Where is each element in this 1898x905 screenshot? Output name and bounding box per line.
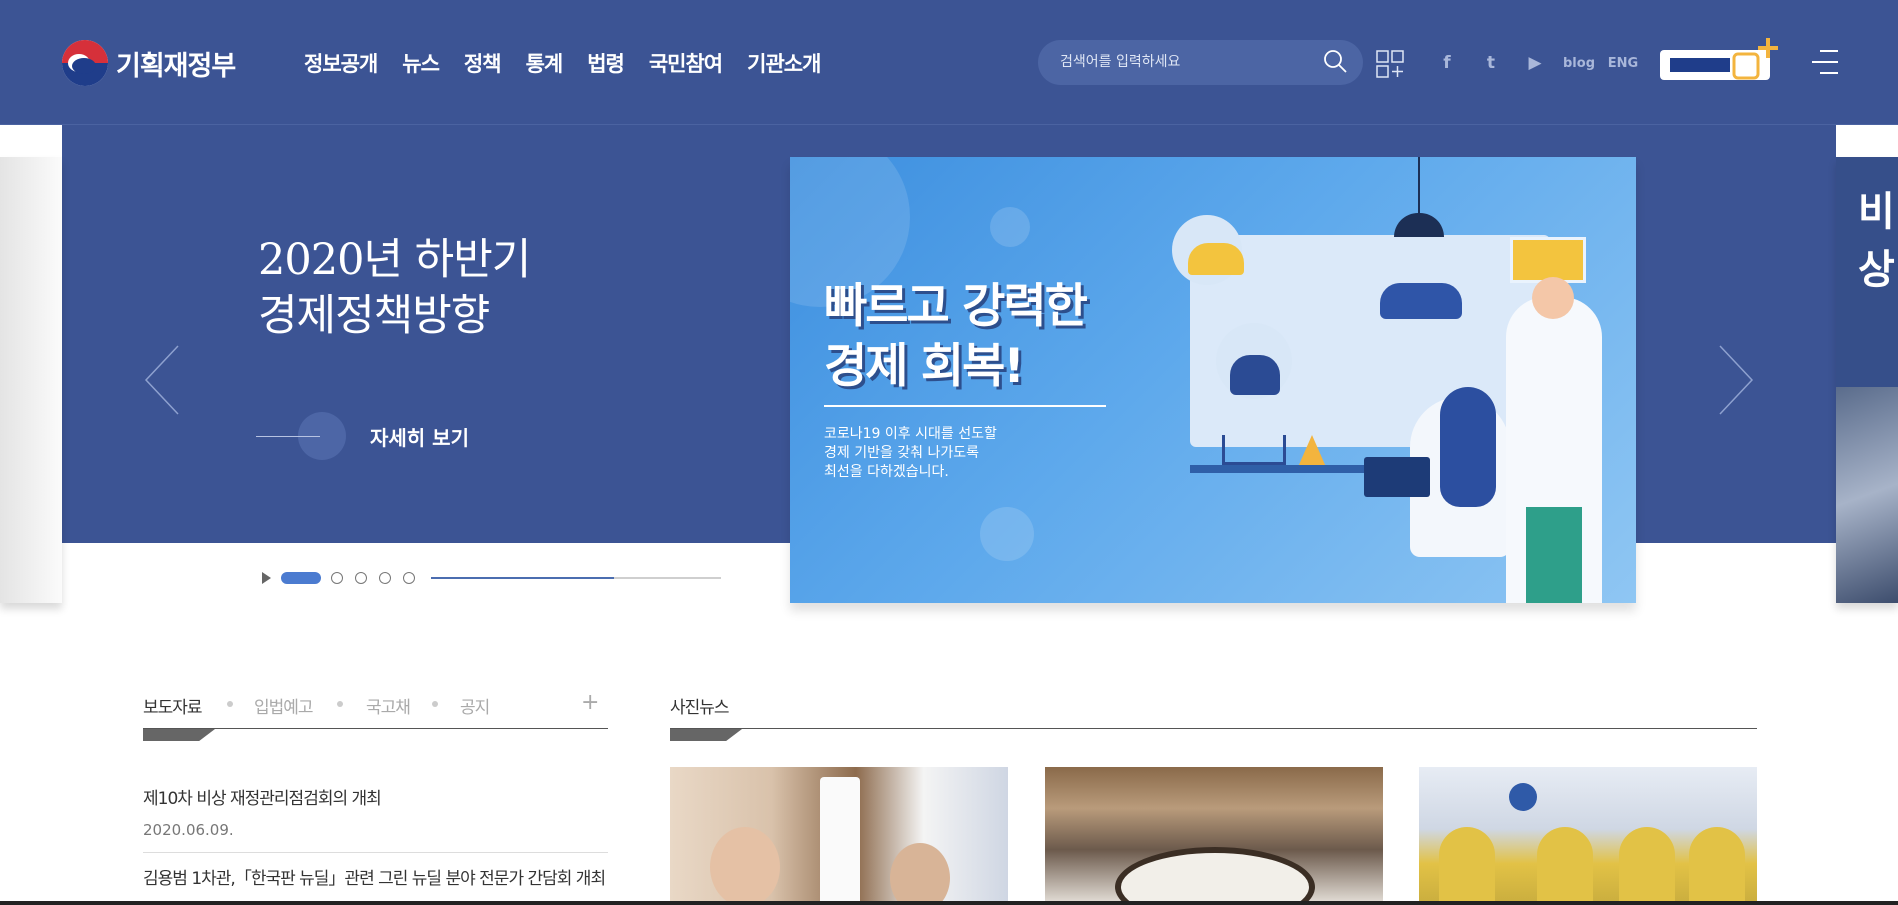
blog-icon[interactable]: blog: [1563, 52, 1595, 74]
next-slide-photo: [1836, 387, 1898, 603]
news-tabs: 보도자료 입법예고 국고채 공지 +: [143, 690, 608, 729]
more-label: 자세히 보기: [370, 425, 469, 450]
news-title[interactable]: 제10차 비상 재정관리점검회의 개최: [143, 784, 608, 809]
photo-news-item-1[interactable]: [670, 767, 1008, 905]
document-icon: [1510, 237, 1586, 283]
slide-progress-bar: [431, 577, 721, 579]
slide-pager: [262, 572, 721, 584]
hero-title: 2020년 하반기 경제정책방향: [258, 232, 531, 344]
next-slide-peek[interactable]: 비상: [1836, 157, 1898, 603]
nav-item-participation[interactable]: 국민참여: [649, 48, 723, 78]
search-icon[interactable]: [1323, 49, 1347, 73]
arrow-line-icon: [256, 435, 320, 437]
tab-treasury-bonds[interactable]: 국고채: [366, 693, 411, 718]
more-link[interactable]: 자세히 보기: [256, 412, 469, 460]
tab-legislative-notice[interactable]: 입법예고: [254, 693, 314, 718]
logo-text: 기획재정부: [116, 50, 236, 82]
news-title[interactable]: 김용범 1차관,「한국판 뉴딜」관련 그린 뉴딜 분야 전문가 간담회 개최: [143, 864, 608, 889]
slide-dot-5[interactable]: [403, 572, 415, 584]
banner-title-line2: 경제 회복!: [824, 339, 1025, 394]
better-government-logo[interactable]: [1660, 36, 1786, 92]
next-slide-title: 비상: [1858, 188, 1895, 293]
lamp-icon: [1394, 213, 1444, 237]
english-link[interactable]: ENG: [1608, 52, 1638, 74]
photo-news-item-3[interactable]: [1419, 767, 1757, 905]
car-icon: [1380, 283, 1462, 319]
more-news-plus-icon[interactable]: +: [581, 690, 599, 715]
play-icon[interactable]: [262, 572, 271, 584]
nav-item-info-disclosure[interactable]: 정보공개: [304, 48, 378, 78]
chevron-right-icon[interactable]: [1718, 344, 1754, 416]
photo-news-title[interactable]: 사진뉴스: [670, 698, 730, 718]
hero-title-line1: 2020년 하반기: [258, 235, 531, 285]
nav-item-policy[interactable]: 정책: [464, 48, 502, 78]
previous-slide-peek[interactable]: [0, 157, 62, 603]
youtube-icon[interactable]: ▶: [1522, 52, 1548, 74]
banner-divider: [824, 405, 1106, 407]
twitter-icon[interactable]: t: [1478, 52, 1504, 74]
tab-press-release[interactable]: 보도자료: [143, 693, 203, 718]
hamburger-menu-icon[interactable]: [1812, 48, 1838, 76]
slide-dot-1[interactable]: [281, 572, 321, 584]
tab-notice[interactable]: 공지: [460, 693, 490, 718]
slide-dot-2[interactable]: [331, 572, 343, 584]
main-navigation: 정보공개 뉴스 정책 통계 법령 국민참여 기관소개: [304, 48, 845, 78]
facebook-icon[interactable]: f: [1434, 52, 1460, 74]
photo-news-header: 사진뉴스: [670, 693, 1757, 729]
banner-title-line1: 빠르고 강력한: [824, 279, 1088, 334]
slide-dot-3[interactable]: [355, 572, 367, 584]
site-header: 기획재정부 정보공개 뉴스 정책 통계 법령 국민참여 기관소개 f t ▶ b…: [0, 0, 1898, 125]
active-tab-indicator: [143, 729, 215, 741]
social-links: f t ▶ blog ENG: [1434, 52, 1638, 74]
search-box: [1038, 40, 1363, 85]
photo-news-item-2[interactable]: [1045, 767, 1383, 905]
nav-item-news[interactable]: 뉴스: [402, 48, 440, 78]
laptop-icon: [1364, 457, 1430, 497]
chevron-left-icon[interactable]: [144, 344, 180, 416]
test-tubes-icon: [1222, 435, 1286, 465]
slide-progress-fill: [431, 577, 614, 579]
bottom-edge: [0, 901, 1898, 905]
news-list-item[interactable]: 김용범 1차관,「한국판 뉴딜」관련 그린 뉴딜 분야 전문가 간담회 개최: [143, 864, 608, 889]
news-date: 2020.06.09.: [143, 821, 234, 839]
taegeuk-emblem-icon: [62, 40, 108, 86]
banner-sub-line3: 최선을 다하겠습니다.: [824, 464, 949, 480]
hero-title-line2: 경제정책방향: [258, 291, 490, 341]
news-divider: [143, 852, 608, 853]
site-map-grid-icon[interactable]: [1376, 50, 1404, 78]
photo-news-indicator: [670, 729, 742, 741]
news-list-item[interactable]: 제10차 비상 재정관리점검회의 개최 2020.06.09.: [143, 784, 608, 839]
nav-item-about[interactable]: 기관소개: [747, 48, 821, 78]
nav-item-laws[interactable]: 법령: [587, 48, 625, 78]
banner-subtitle: 코로나19 이후 시대를 선도할 경제 기반을 갖춰 나가도록 최선을 다하겠습…: [824, 425, 1084, 482]
ministry-logo[interactable]: 기획재정부: [62, 40, 236, 86]
hero-banner-image[interactable]: 빠르고 강력한 경제 회복! 코로나19 이후 시대를 선도할 경제 기반을 갖…: [790, 157, 1636, 603]
nav-item-statistics[interactable]: 통계: [526, 48, 564, 78]
flask-icon: [1298, 435, 1326, 467]
search-input[interactable]: [1058, 50, 1308, 74]
banner-sub-line1: 코로나19 이후 시대를 선도할: [824, 426, 997, 442]
banner-sub-line2: 경제 기반을 갖춰 나가도록: [824, 445, 980, 461]
slide-dot-4[interactable]: [379, 572, 391, 584]
banner-title: 빠르고 강력한 경제 회복!: [824, 277, 1088, 397]
